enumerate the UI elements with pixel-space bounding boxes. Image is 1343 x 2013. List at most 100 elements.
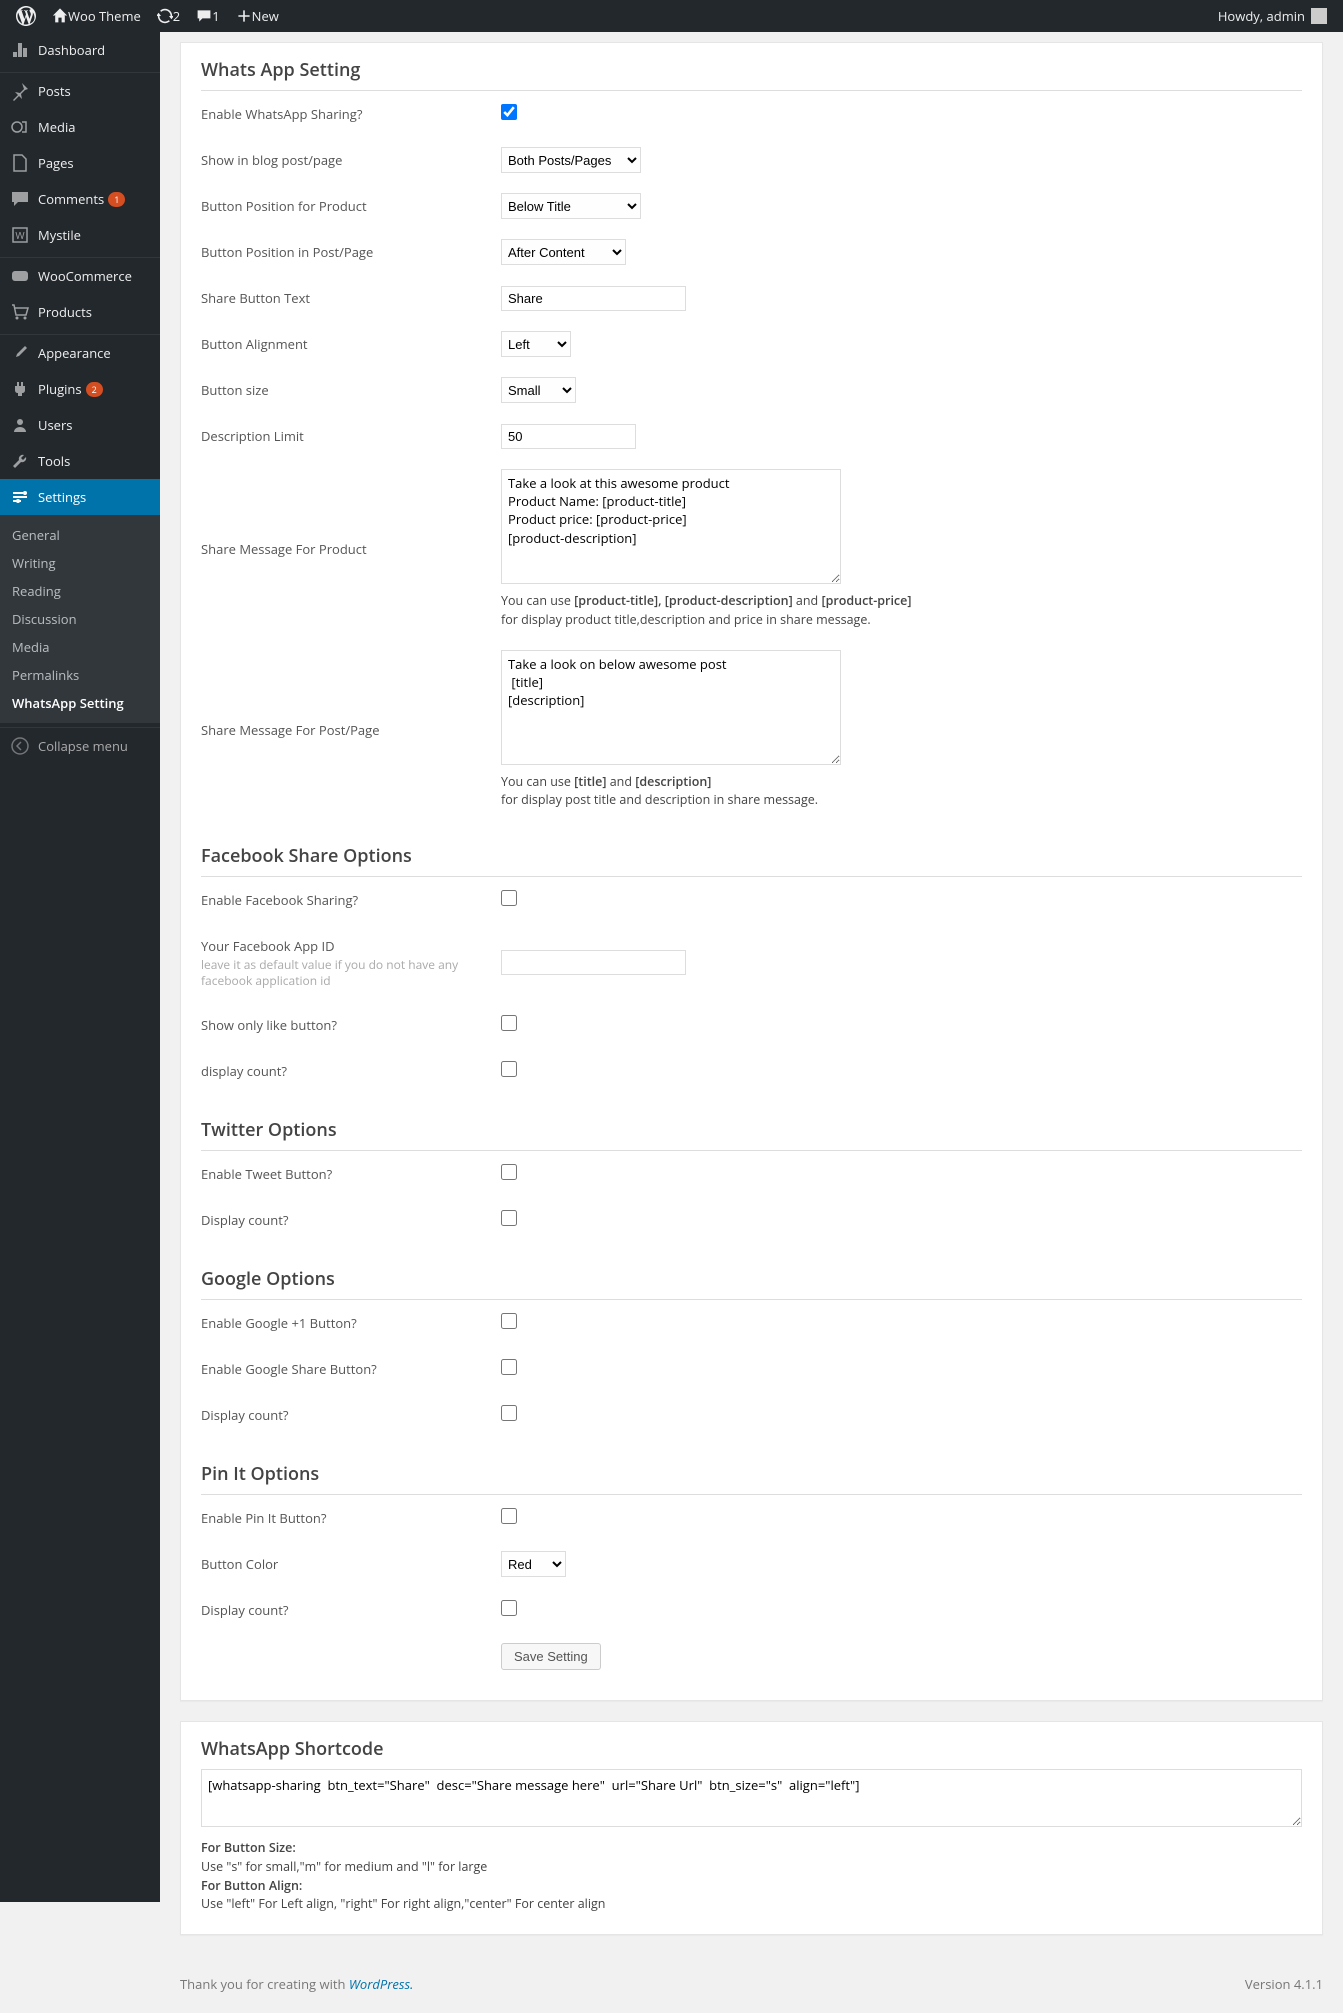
- tw-enable-label: Enable Tweet Button?: [201, 1151, 501, 1197]
- user-icon: [10, 415, 30, 435]
- plug-icon: [10, 379, 30, 399]
- btn-pos-product-select[interactable]: Below Title: [501, 193, 641, 219]
- page-icon: [10, 153, 30, 173]
- cart-icon: [10, 302, 30, 322]
- theme-icon: W: [10, 225, 30, 245]
- version-text: Version 4.1.1: [1245, 1975, 1323, 1993]
- share-btn-text-label: Share Button Text: [201, 275, 501, 321]
- collapse-menu[interactable]: Collapse menu: [0, 728, 160, 764]
- menu-tools[interactable]: Tools: [0, 443, 160, 479]
- msg-post-help: You can use [title] and [description]for…: [501, 773, 1302, 811]
- btn-pos-post-label: Button Position in Post/Page: [201, 229, 501, 275]
- site-name: Woo Theme: [68, 7, 141, 25]
- pin-icon: [10, 81, 30, 101]
- menu-pages[interactable]: Pages: [0, 145, 160, 181]
- pinit-title: Pin It Options: [201, 1448, 1302, 1495]
- menu-posts[interactable]: Posts: [0, 73, 160, 109]
- fb-appid-input[interactable]: [501, 950, 686, 975]
- btn-size-label: Button size: [201, 367, 501, 413]
- avatar: [1311, 8, 1327, 24]
- twitter-title: Twitter Options: [201, 1104, 1302, 1151]
- sliders-icon: [10, 487, 30, 507]
- whatsapp-title: Whats App Setting: [201, 44, 1302, 91]
- g-plus-checkbox[interactable]: [501, 1313, 517, 1329]
- tw-enable-checkbox[interactable]: [501, 1164, 517, 1180]
- tw-count-checkbox[interactable]: [501, 1210, 517, 1226]
- comments-count: 1: [212, 7, 219, 25]
- dashboard-icon: [10, 40, 30, 60]
- wrench-icon: [10, 451, 30, 471]
- site-link[interactable]: Woo Theme: [44, 0, 149, 32]
- collapse-icon: [10, 736, 30, 756]
- enable-whatsapp-checkbox[interactable]: [501, 104, 517, 120]
- fb-count-checkbox[interactable]: [501, 1061, 517, 1077]
- fb-like-checkbox[interactable]: [501, 1015, 517, 1031]
- desc-limit-input[interactable]: [501, 424, 636, 449]
- new-label: New: [252, 7, 279, 25]
- menu-dashboard[interactable]: Dashboard: [0, 32, 160, 68]
- btn-pos-product-label: Button Position for Product: [201, 183, 501, 229]
- desc-limit-label: Description Limit: [201, 413, 501, 459]
- comments-link[interactable]: 1: [188, 0, 227, 32]
- msg-post-textarea[interactable]: Take a look on below awesome post [title…: [501, 650, 841, 765]
- menu-media[interactable]: Media: [0, 109, 160, 145]
- g-count-checkbox[interactable]: [501, 1405, 517, 1421]
- btn-align-select[interactable]: Left: [501, 331, 571, 357]
- menu-mystile[interactable]: WMystile: [0, 217, 160, 253]
- admin-bar: Woo Theme 2 1 New Howdy, admin: [0, 0, 1343, 32]
- google-title: Google Options: [201, 1253, 1302, 1300]
- shortcode-textarea[interactable]: [whatsapp-sharing btn_text="Share" desc=…: [201, 1769, 1302, 1827]
- submenu-whatsapp[interactable]: WhatsApp Setting: [0, 689, 160, 717]
- show-in-select[interactable]: Both Posts/Pages: [501, 147, 641, 173]
- submenu-general[interactable]: General: [0, 521, 160, 549]
- pin-count-checkbox[interactable]: [501, 1600, 517, 1616]
- menu-plugins[interactable]: Plugins2: [0, 371, 160, 407]
- g-count-label: Display count?: [201, 1392, 501, 1438]
- pin-enable-checkbox[interactable]: [501, 1508, 517, 1524]
- msg-product-textarea[interactable]: Take a look at this awesome product Prod…: [501, 469, 841, 584]
- pin-color-select[interactable]: Red: [501, 1551, 566, 1577]
- menu-settings[interactable]: Settings: [0, 479, 160, 515]
- comment-icon: [10, 189, 30, 209]
- submenu-reading[interactable]: Reading: [0, 577, 160, 605]
- menu-comments[interactable]: Comments1: [0, 181, 160, 217]
- wordpress-link[interactable]: WordPress.: [349, 1975, 414, 1993]
- updates-count: 2: [173, 7, 180, 25]
- g-share-checkbox[interactable]: [501, 1359, 517, 1375]
- new-link[interactable]: New: [228, 0, 287, 32]
- msg-product-help: You can use [product-title], [product-de…: [501, 592, 1302, 630]
- enable-whatsapp-label: Enable WhatsApp Sharing?: [201, 91, 501, 137]
- btn-size-select[interactable]: Small: [501, 377, 576, 403]
- submenu-discussion[interactable]: Discussion: [0, 605, 160, 633]
- msg-post-label: Share Message For Post/Page: [201, 640, 501, 821]
- howdy-text: Howdy, admin: [1218, 7, 1305, 25]
- show-in-label: Show in blog post/page: [201, 137, 501, 183]
- menu-users[interactable]: Users: [0, 407, 160, 443]
- msg-product-label: Share Message For Product: [201, 459, 501, 640]
- g-plus-label: Enable Google +1 Button?: [201, 1300, 501, 1346]
- btn-align-label: Button Alignment: [201, 321, 501, 367]
- facebook-title: Facebook Share Options: [201, 830, 1302, 877]
- updates-link[interactable]: 2: [149, 0, 188, 32]
- shortcode-panel: WhatsApp Shortcode [whatsapp-sharing btn…: [180, 1721, 1323, 1935]
- pin-color-label: Button Color: [201, 1541, 501, 1587]
- footer: Thank you for creating with WordPress. V…: [160, 1955, 1343, 2013]
- submenu-permalinks[interactable]: Permalinks: [0, 661, 160, 689]
- tw-count-label: Display count?: [201, 1197, 501, 1243]
- account-link[interactable]: Howdy, admin: [1210, 0, 1335, 32]
- wp-logo[interactable]: [8, 0, 44, 32]
- save-button[interactable]: Save Setting: [501, 1643, 601, 1670]
- wordpress-icon: [16, 6, 36, 26]
- svg-text:W: W: [15, 228, 25, 242]
- woo-icon: [10, 266, 30, 286]
- menu-products[interactable]: Products: [0, 294, 160, 330]
- btn-pos-post-select[interactable]: After Content: [501, 239, 626, 265]
- menu-woocommerce[interactable]: WooCommerce: [0, 258, 160, 294]
- submenu-media[interactable]: Media: [0, 633, 160, 661]
- share-btn-text-input[interactable]: [501, 286, 686, 311]
- menu-appearance[interactable]: Appearance: [0, 335, 160, 371]
- fb-enable-checkbox[interactable]: [501, 890, 517, 906]
- whatsapp-settings-panel: Whats App Setting Enable WhatsApp Sharin…: [180, 42, 1323, 1701]
- comments-badge: 1: [108, 192, 125, 207]
- submenu-writing[interactable]: Writing: [0, 549, 160, 577]
